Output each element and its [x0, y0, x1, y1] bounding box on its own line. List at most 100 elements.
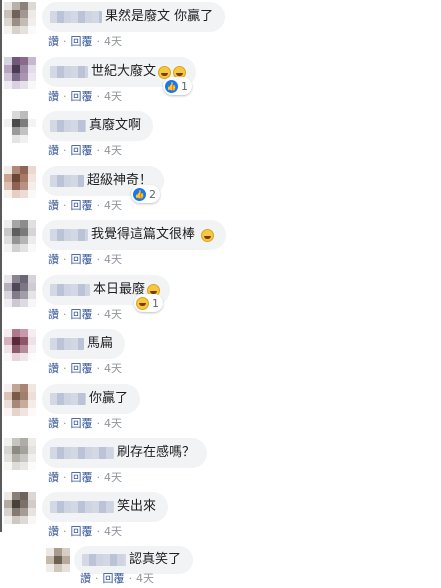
timestamp[interactable]: 4天 — [104, 144, 122, 158]
separator: · — [63, 308, 67, 321]
avatar[interactable] — [4, 220, 36, 252]
comment-item: 你贏了 讚 · 回覆 · 4天 — [0, 384, 441, 438]
comment-actions: 讚 · 回覆 · 4天 — [48, 35, 122, 49]
like-link[interactable]: 讚 — [48, 417, 59, 431]
like-link[interactable]: 讚 — [48, 308, 59, 322]
reply-link[interactable]: 回覆 — [71, 308, 93, 322]
separator: · — [96, 253, 101, 266]
comment-actions: 讚 · 回覆 · 4天 — [80, 572, 154, 586]
timestamp[interactable]: 4天 — [104, 362, 122, 376]
reaction-badge[interactable]: 👍 2 — [131, 185, 160, 203]
reply-link[interactable]: 回覆 — [103, 572, 125, 586]
reaction-badge[interactable]: 👍 1 — [163, 77, 192, 95]
avatar[interactable] — [4, 384, 36, 416]
reply-link[interactable]: 回覆 — [71, 90, 93, 104]
comment-item: 笑出來 讚 · 回覆 · 4天 — [0, 492, 441, 546]
reply-link[interactable]: 回覆 — [71, 362, 93, 376]
like-link[interactable]: 讚 — [48, 471, 59, 485]
comment-actions: 讚 · 回覆 · 4天 — [48, 90, 122, 104]
like-link[interactable]: 讚 — [48, 253, 59, 267]
author-name-blurred[interactable] — [50, 66, 88, 78]
avatar[interactable] — [4, 2, 36, 34]
avatar[interactable] — [4, 275, 36, 307]
like-link[interactable]: 讚 — [48, 35, 59, 49]
timestamp[interactable]: 4天 — [104, 199, 122, 213]
author-name-blurred[interactable] — [50, 175, 84, 187]
reply-link[interactable]: 回覆 — [71, 471, 93, 485]
like-link[interactable]: 讚 — [48, 199, 59, 213]
avatar[interactable] — [4, 111, 36, 143]
timestamp[interactable]: 4天 — [104, 308, 122, 322]
separator: · — [96, 199, 101, 212]
thumbs-up-icon: 👍 — [133, 187, 146, 201]
reaction-count: 1 — [181, 79, 188, 93]
avatar[interactable] — [4, 166, 36, 198]
like-link[interactable]: 讚 — [80, 572, 91, 586]
comment-item: 超級神奇！ 👍 2 讚 · 回覆 · 4天 — [0, 166, 441, 220]
reply-comment-item: 認真笑了 讚 · 回覆 · 4天 — [46, 542, 441, 588]
comment-text: 你贏了 — [89, 391, 129, 406]
like-link[interactable]: 讚 — [48, 144, 59, 158]
comment-text: 真廢文啊 — [89, 118, 142, 133]
timestamp[interactable]: 4天 — [104, 525, 122, 539]
separator: · — [96, 417, 101, 430]
comment-actions: 讚 · 回覆 · 4天 — [48, 308, 122, 322]
author-name-blurred[interactable] — [50, 338, 84, 350]
avatar[interactable] — [4, 492, 36, 524]
author-name-blurred[interactable] — [82, 554, 126, 566]
separator: · — [63, 90, 67, 103]
author-name-blurred[interactable] — [50, 284, 90, 296]
like-link[interactable]: 讚 — [48, 362, 59, 376]
comment-text: 刷存在感嗎？ — [117, 445, 196, 460]
comment-item: 刷存在感嗎？ 讚 · 回覆 · 4天 — [0, 438, 441, 492]
reaction-count: 1 — [152, 296, 159, 310]
reply-link[interactable]: 回覆 — [71, 35, 93, 49]
separator: · — [128, 572, 133, 585]
separator: · — [63, 35, 67, 48]
timestamp[interactable]: 4天 — [136, 572, 154, 586]
avatar[interactable] — [4, 57, 36, 89]
reply-link[interactable]: 回覆 — [71, 253, 93, 267]
avatar[interactable] — [46, 548, 70, 572]
author-name-blurred[interactable] — [50, 229, 88, 241]
timestamp[interactable]: 4天 — [104, 253, 122, 267]
author-name-blurred[interactable] — [50, 393, 86, 405]
thumbs-up-icon: 👍 — [165, 79, 178, 93]
reply-link[interactable]: 回覆 — [71, 417, 93, 431]
avatar[interactable] — [4, 329, 36, 361]
comment-actions: 讚 · 回覆 · 4天 — [48, 362, 122, 376]
separator: · — [63, 362, 67, 375]
separator: · — [63, 525, 67, 538]
reply-link[interactable]: 回覆 — [71, 199, 93, 213]
separator: · — [63, 144, 67, 157]
comment-item: 果然是廢文 你贏了 讚 · 回覆 · 4天 — [0, 2, 441, 56]
reply-link[interactable]: 回覆 — [71, 525, 93, 539]
comment-item: 真廢文啊 讚 · 回覆 · 4天 — [0, 111, 441, 165]
timestamp[interactable]: 4天 — [104, 471, 122, 485]
reply-link[interactable]: 回覆 — [71, 144, 93, 158]
separator: · — [63, 199, 67, 212]
comment-bubble: 馬扁 — [42, 329, 126, 359]
author-name-blurred[interactable] — [50, 501, 114, 513]
timestamp[interactable]: 4天 — [104, 90, 122, 104]
comment-actions: 讚 · 回覆 · 4天 — [48, 199, 122, 213]
timestamp[interactable]: 4天 — [104, 417, 122, 431]
comment-bubble: 真廢文啊 — [42, 111, 154, 141]
author-name-blurred[interactable] — [50, 447, 114, 459]
separator: · — [63, 417, 67, 430]
timestamp[interactable]: 4天 — [104, 35, 122, 49]
author-name-blurred[interactable] — [50, 120, 86, 132]
comment-actions: 讚 · 回覆 · 4天 — [48, 525, 122, 539]
avatar[interactable] — [4, 438, 36, 470]
comment-actions: 讚 · 回覆 · 4天 — [48, 471, 122, 485]
reaction-badge[interactable]: 1 — [134, 294, 163, 312]
comment-item: 馬扁 讚 · 回覆 · 4天 — [0, 329, 441, 383]
comment-bubble: 果然是廢文 你贏了 — [42, 2, 226, 32]
like-link[interactable]: 讚 — [48, 90, 59, 104]
comment-actions: 讚 · 回覆 · 4天 — [48, 417, 122, 431]
like-link[interactable]: 讚 — [48, 525, 59, 539]
laughing-emoji — [201, 228, 215, 242]
comment-text: 笑出來 — [117, 499, 157, 514]
comment-text: 馬扁 — [87, 336, 114, 351]
author-name-blurred[interactable] — [50, 11, 102, 23]
